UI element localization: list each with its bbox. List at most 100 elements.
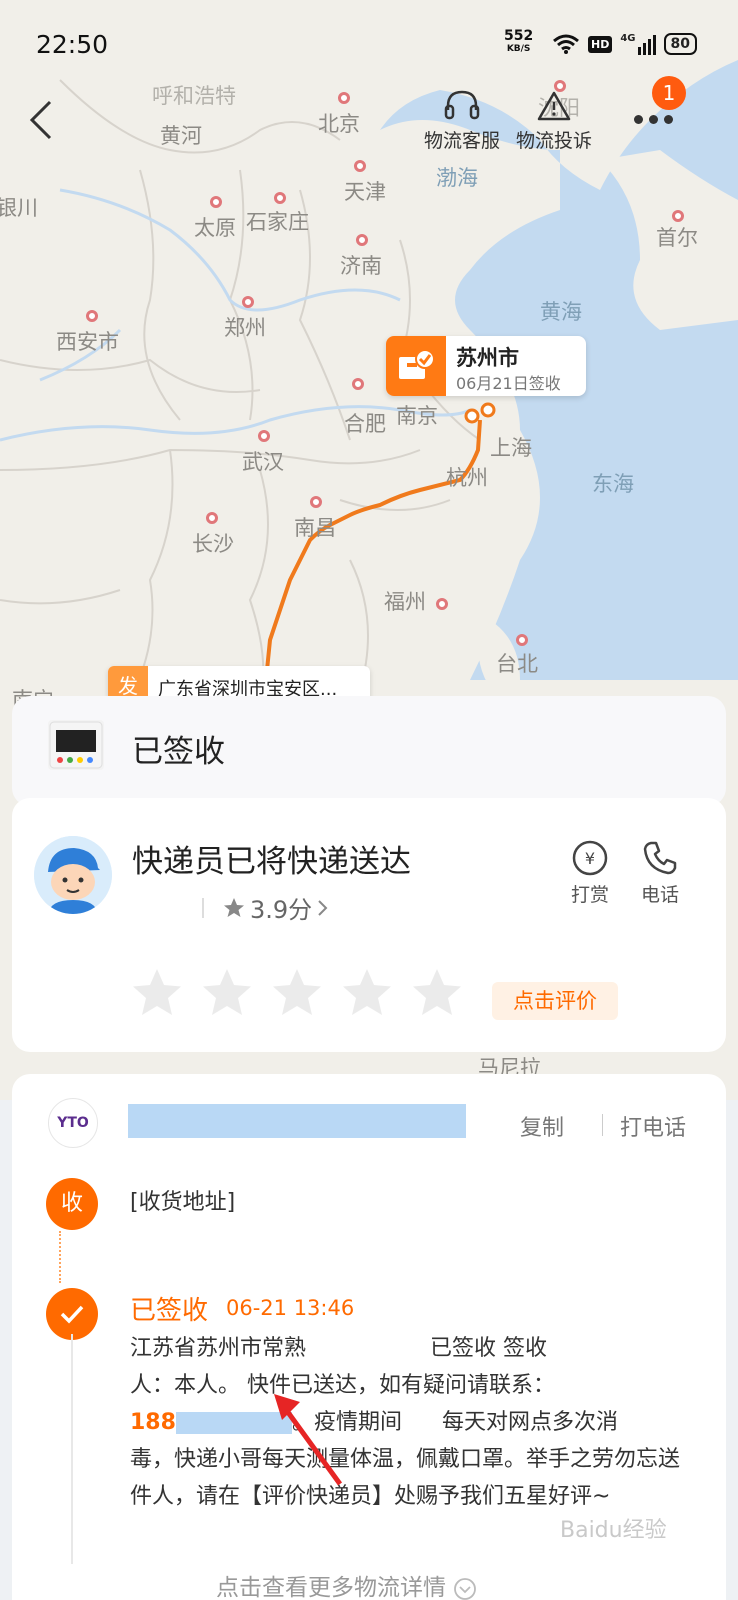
map-label: 郑州 (224, 316, 266, 340)
svg-text:¥: ¥ (585, 849, 595, 868)
tip-button[interactable]: ¥ 打赏 (560, 836, 620, 907)
star-5-icon[interactable] (410, 966, 464, 1020)
star-1-icon[interactable] (130, 966, 184, 1020)
map-label: 长沙 (192, 532, 234, 556)
destination-date: 06月21日签收 (456, 374, 561, 393)
star-2-icon[interactable] (200, 966, 254, 1020)
map-label: 南昌 (294, 516, 336, 540)
city-dot (242, 296, 254, 308)
status-bar: 22:50 552 KB/S HD 4G 80 (0, 0, 738, 86)
product-thumbnail (48, 720, 104, 770)
star-icon (224, 897, 244, 917)
city-dot (274, 192, 286, 204)
event-text: 毒，快递小哥每天测量体温，佩戴口罩。举手之劳勿忘送件人，请在【评价快递员】处赐予… (130, 1447, 681, 1509)
address-label[interactable]: [收货地址] (130, 1184, 235, 1216)
map-label: 东海 (592, 472, 634, 496)
tip-label: 打赏 (570, 884, 609, 906)
event-text: 每天对网点多次消 (441, 1410, 618, 1435)
map-label: 台北 (496, 652, 538, 676)
city-dot (436, 598, 448, 610)
event-detail: 江苏省苏州市常熟 已签收 签收 人：本人。 快件已送达，如有疑问请联系： 188。… (130, 1330, 696, 1515)
tracking-number-redacted (128, 1104, 466, 1138)
status-card[interactable]: 已签收 (12, 696, 726, 806)
map-label: 济南 (340, 254, 382, 278)
city-dot (338, 92, 350, 104)
courier-card: 快递员已将快递送达 3.9分 ¥ 打赏 电话 点击评价 (12, 798, 726, 1052)
city-dot (516, 634, 528, 646)
call-carrier-button[interactable]: 打电话 (620, 1110, 686, 1142)
map-label: 银川 (0, 196, 38, 220)
contact-phone[interactable]: 188 (130, 1410, 176, 1435)
destination-city: 苏州市 (456, 346, 519, 370)
phone-button[interactable]: 电话 (630, 836, 690, 907)
battery-icon: 80 (663, 33, 697, 55)
speed-unit: KB/S (506, 44, 531, 54)
city-dot (672, 210, 684, 222)
chevron-right-icon (318, 899, 328, 916)
warning-icon (537, 91, 571, 121)
wifi-icon (553, 34, 579, 54)
timeline-line (71, 1334, 73, 1564)
map-label: 南京 (396, 404, 438, 428)
event-title: 已签收 (130, 1296, 209, 1326)
map-label: 上海 (490, 436, 532, 460)
map-label: 首尔 (656, 226, 698, 250)
city-dot (206, 512, 218, 524)
map-label: 杭州 (446, 466, 488, 490)
map-label: 合肥 (344, 412, 386, 436)
notification-badge: 1 (652, 76, 686, 110)
delivery-status: 已签收 (132, 734, 225, 770)
headset-icon (444, 90, 480, 120)
speed-value: 552 (504, 28, 534, 44)
timeline-connector (59, 1231, 61, 1283)
city-dot (86, 310, 98, 322)
signal-icon: 4G (620, 33, 656, 55)
more-details-label: 点击查看更多物流详情 (216, 1575, 446, 1600)
event-time: 06-21 13:46 (226, 1296, 355, 1320)
network-type: 4G (620, 33, 636, 44)
map-label: 太原 (194, 216, 236, 240)
network-speed: 552 KB/S (504, 28, 534, 56)
courier-avatar (34, 836, 112, 914)
city-dot (310, 496, 322, 508)
rating-stars[interactable] (130, 966, 464, 1020)
city-dot (258, 430, 270, 442)
event-text: 江苏省苏州市常熟 (130, 1336, 307, 1361)
red-arrow-annotation (274, 1394, 343, 1486)
courier-title: 快递员已将快递送达 (132, 844, 411, 880)
complaint-button[interactable]: 物流投诉 (504, 86, 604, 153)
map-label: 渤海 (436, 166, 478, 190)
star-3-icon[interactable] (270, 966, 324, 1020)
receive-address-icon: 收 (46, 1178, 98, 1230)
complaint-label: 物流投诉 (515, 130, 592, 152)
city-dot (210, 196, 222, 208)
phone-label: 电话 (640, 884, 679, 906)
customer-service-button[interactable]: 物流客服 (412, 86, 512, 153)
map-label: 北京 (318, 112, 360, 136)
delivered-check-icon (46, 1288, 98, 1340)
map-label: 石家庄 (246, 210, 309, 234)
divider (602, 1114, 603, 1136)
back-button[interactable] (26, 98, 60, 142)
carrier-logo: YTO (48, 1098, 98, 1148)
courier-rating[interactable]: 3.9分 (202, 890, 330, 925)
destination-marker[interactable]: 苏州市 06月21日签收 (386, 336, 586, 396)
customer-service-label: 物流客服 (423, 130, 500, 152)
map-label: 西安市 (56, 330, 119, 354)
rate-button[interactable]: 点击评价 (492, 982, 618, 1020)
more-details-link[interactable]: 点击查看更多物流详情 (216, 1568, 477, 1600)
map-label: 福州 (384, 590, 426, 614)
map-label: 天津 (344, 180, 386, 204)
phone-icon (643, 841, 677, 875)
clock: 22:50 (36, 30, 109, 59)
package-delivered-icon (386, 336, 446, 396)
map-label: 武汉 (242, 450, 284, 474)
divider (202, 897, 204, 918)
yuan-tip-icon: ¥ (572, 840, 608, 876)
hd-icon: HD (588, 35, 613, 53)
star-4-icon[interactable] (340, 966, 394, 1020)
watermark: Baidu经验 (560, 1518, 667, 1543)
copy-button[interactable]: 复制 (520, 1110, 564, 1142)
map-label: 黄海 (540, 300, 582, 324)
map-label: 黄河 (160, 124, 202, 148)
